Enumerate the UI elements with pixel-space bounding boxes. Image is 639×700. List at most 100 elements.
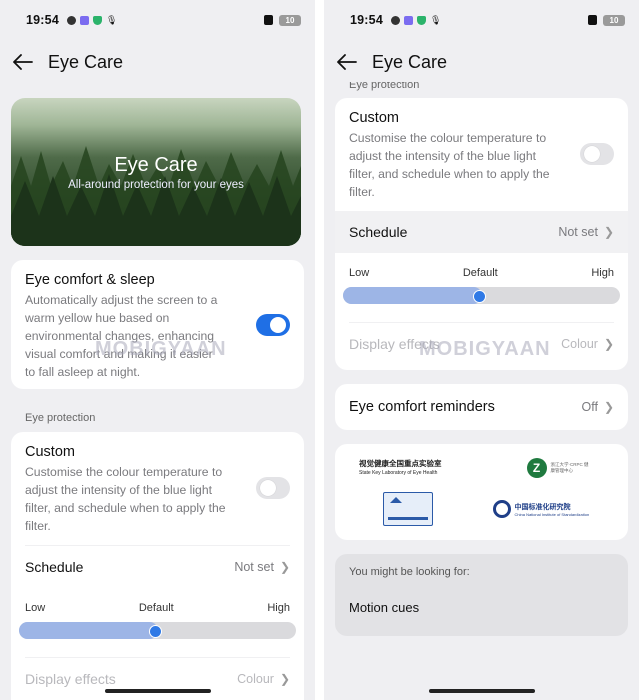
slider-high-label: High — [591, 267, 614, 279]
slider-high-label: High — [267, 602, 290, 614]
gear-icon — [390, 15, 400, 25]
eye-comfort-description: Automatically adjust the screen to a war… — [25, 293, 218, 379]
page-header: Eye Care — [0, 40, 315, 84]
suggestion-item[interactable]: Motion cues — [349, 600, 614, 615]
logo1-english-text: State Key Laboratory of Eye Health — [359, 470, 438, 476]
chevron-right-icon: ❯ — [603, 400, 614, 414]
eye-protection-card: Custom Customise the colour temperature … — [11, 432, 304, 700]
app-icon — [403, 15, 413, 25]
status-bar: 19:54 🎙 10 — [324, 0, 639, 40]
color-temperature-slider[interactable] — [343, 287, 620, 304]
divider — [315, 0, 324, 700]
display-effects-value: Colour — [561, 337, 598, 351]
schedule-row[interactable]: Schedule Not set ❯ — [25, 545, 290, 588]
slider-default-label: Default — [462, 267, 498, 279]
reminders-label: Eye comfort reminders — [349, 399, 495, 415]
eye-comfort-reminders-row[interactable]: Eye comfort reminders Off ❯ — [335, 384, 628, 430]
microphone-icon: 🎙 — [105, 14, 118, 25]
shield-icon — [92, 15, 102, 25]
chevron-right-icon: ❯ — [603, 337, 614, 351]
slider-labels: Low Default High — [349, 267, 614, 279]
custom-title: Custom — [349, 110, 399, 126]
eye-comfort-card[interactable]: Eye comfort & sleep Automatically adjust… — [11, 260, 304, 389]
home-indicator[interactable] — [428, 689, 535, 693]
back-arrow-icon[interactable] — [336, 51, 358, 73]
slider-thumb[interactable] — [148, 625, 162, 638]
custom-toggle[interactable] — [256, 477, 290, 499]
tuv-certification-logo — [349, 492, 477, 526]
eye-health-lab-logo: 视觉健康全国重点实验室 State Key Laboratory of Eye … — [349, 458, 477, 478]
right-screen: 19:54 🎙 10 Eye Care Eye protection Custo… — [324, 0, 639, 700]
custom-title: Custom — [25, 444, 75, 460]
shield-icon — [416, 15, 426, 25]
silent-icon — [588, 15, 597, 25]
status-icons: 🎙 — [390, 14, 442, 26]
slider-thumb[interactable] — [472, 290, 486, 303]
watermark: MOBIGYAAN — [419, 338, 551, 360]
battery-icon: 10 — [279, 14, 301, 26]
toggle-knob — [584, 146, 600, 162]
toggle-knob — [270, 317, 286, 333]
logo4-chinese-text: 中国标准化研究院 — [514, 503, 571, 511]
eye-protection-card: Custom Customise the colour temperature … — [335, 98, 628, 370]
certification-logos: 视觉健康全国重点实验室 State Key Laboratory of Eye … — [335, 444, 628, 540]
custom-description: Customise the colour temperature to adju… — [25, 465, 226, 533]
zju-logo: Z 浙江大学·CRPC 健康管理中心 — [487, 458, 615, 478]
slider-low-label: Low — [25, 602, 46, 614]
section-label-eye-protection: Eye protection — [25, 412, 96, 424]
suggestions-panel: You might be looking for: Motion cues — [335, 554, 628, 636]
hero-title: Eye Care — [114, 154, 198, 176]
hero-subtitle: All-around protection for your eyes — [68, 179, 244, 191]
app-icon — [79, 15, 89, 25]
page-title: Eye Care — [372, 51, 448, 72]
eye-comfort-title: Eye comfort & sleep — [25, 272, 155, 288]
schedule-value: Not set — [234, 560, 274, 574]
chevron-right-icon: ❯ — [279, 672, 290, 686]
microphone-icon: 🎙 — [429, 14, 442, 25]
page-title: Eye Care — [48, 51, 124, 72]
chevron-right-icon: ❯ — [603, 225, 614, 239]
status-icons: 🎙 — [66, 14, 118, 26]
logo2-text: 浙江大学·CRPC 健康管理中心 — [550, 462, 589, 473]
color-temperature-slider[interactable] — [19, 622, 296, 639]
logo4-english-text: China National Institute of Standardizat… — [514, 511, 590, 517]
eye-comfort-toggle[interactable] — [256, 314, 290, 336]
display-effects-value: Colour — [237, 672, 274, 686]
slider-default-label: Default — [138, 602, 174, 614]
left-screen: 19:54 🎙 10 Eye Care Eye Care All-around … — [0, 0, 315, 700]
battery-icon: 10 — [603, 14, 625, 26]
status-bar: 19:54 🎙 10 — [0, 0, 315, 40]
schedule-label: Schedule — [349, 224, 408, 240]
watermark: MOBIGYAAN — [95, 338, 227, 360]
screenshot-pair: 19:54 🎙 10 Eye Care Eye Care All-around … — [0, 0, 639, 700]
schedule-row[interactable]: Schedule Not set ❯ — [335, 211, 628, 253]
display-effects-label: Display effects — [25, 671, 116, 687]
cnis-text: 中国标准化研究院 China National Institute of Sta… — [515, 502, 590, 517]
status-time: 19:54 — [350, 13, 383, 27]
status-time: 19:54 — [26, 13, 59, 27]
gear-icon — [66, 15, 76, 25]
reminders-value: Off — [581, 400, 598, 414]
slider-fill — [19, 622, 158, 639]
chevron-right-icon: ❯ — [279, 560, 290, 574]
section-label-eye-protection: Eye protection — [349, 82, 420, 91]
zju-icon: Z — [526, 458, 547, 478]
display-effects-row[interactable]: Display effects Colour ❯ — [25, 657, 290, 700]
cnis-icon — [492, 500, 511, 518]
cnis-logo: 中国标准化研究院 China National Institute of Sta… — [487, 492, 615, 526]
home-indicator[interactable] — [104, 689, 211, 693]
slider-fill — [343, 287, 482, 304]
silent-icon — [264, 15, 273, 25]
logo1-chinese-text: 视觉健康全国重点实验室 — [359, 459, 442, 468]
back-arrow-icon[interactable] — [12, 51, 34, 73]
slider-low-label: Low — [349, 267, 370, 279]
schedule-label: Schedule — [25, 559, 84, 575]
hero-banner: Eye Care All-around protection for your … — [11, 98, 301, 246]
page-header: Eye Care — [324, 40, 639, 84]
schedule-value: Not set — [558, 225, 598, 239]
toggle-knob — [260, 480, 276, 496]
tuv-icon — [383, 492, 433, 526]
custom-description: Customise the colour temperature to adju… — [349, 131, 550, 199]
custom-toggle[interactable] — [580, 143, 614, 165]
suggestions-heading: You might be looking for: — [349, 566, 470, 578]
